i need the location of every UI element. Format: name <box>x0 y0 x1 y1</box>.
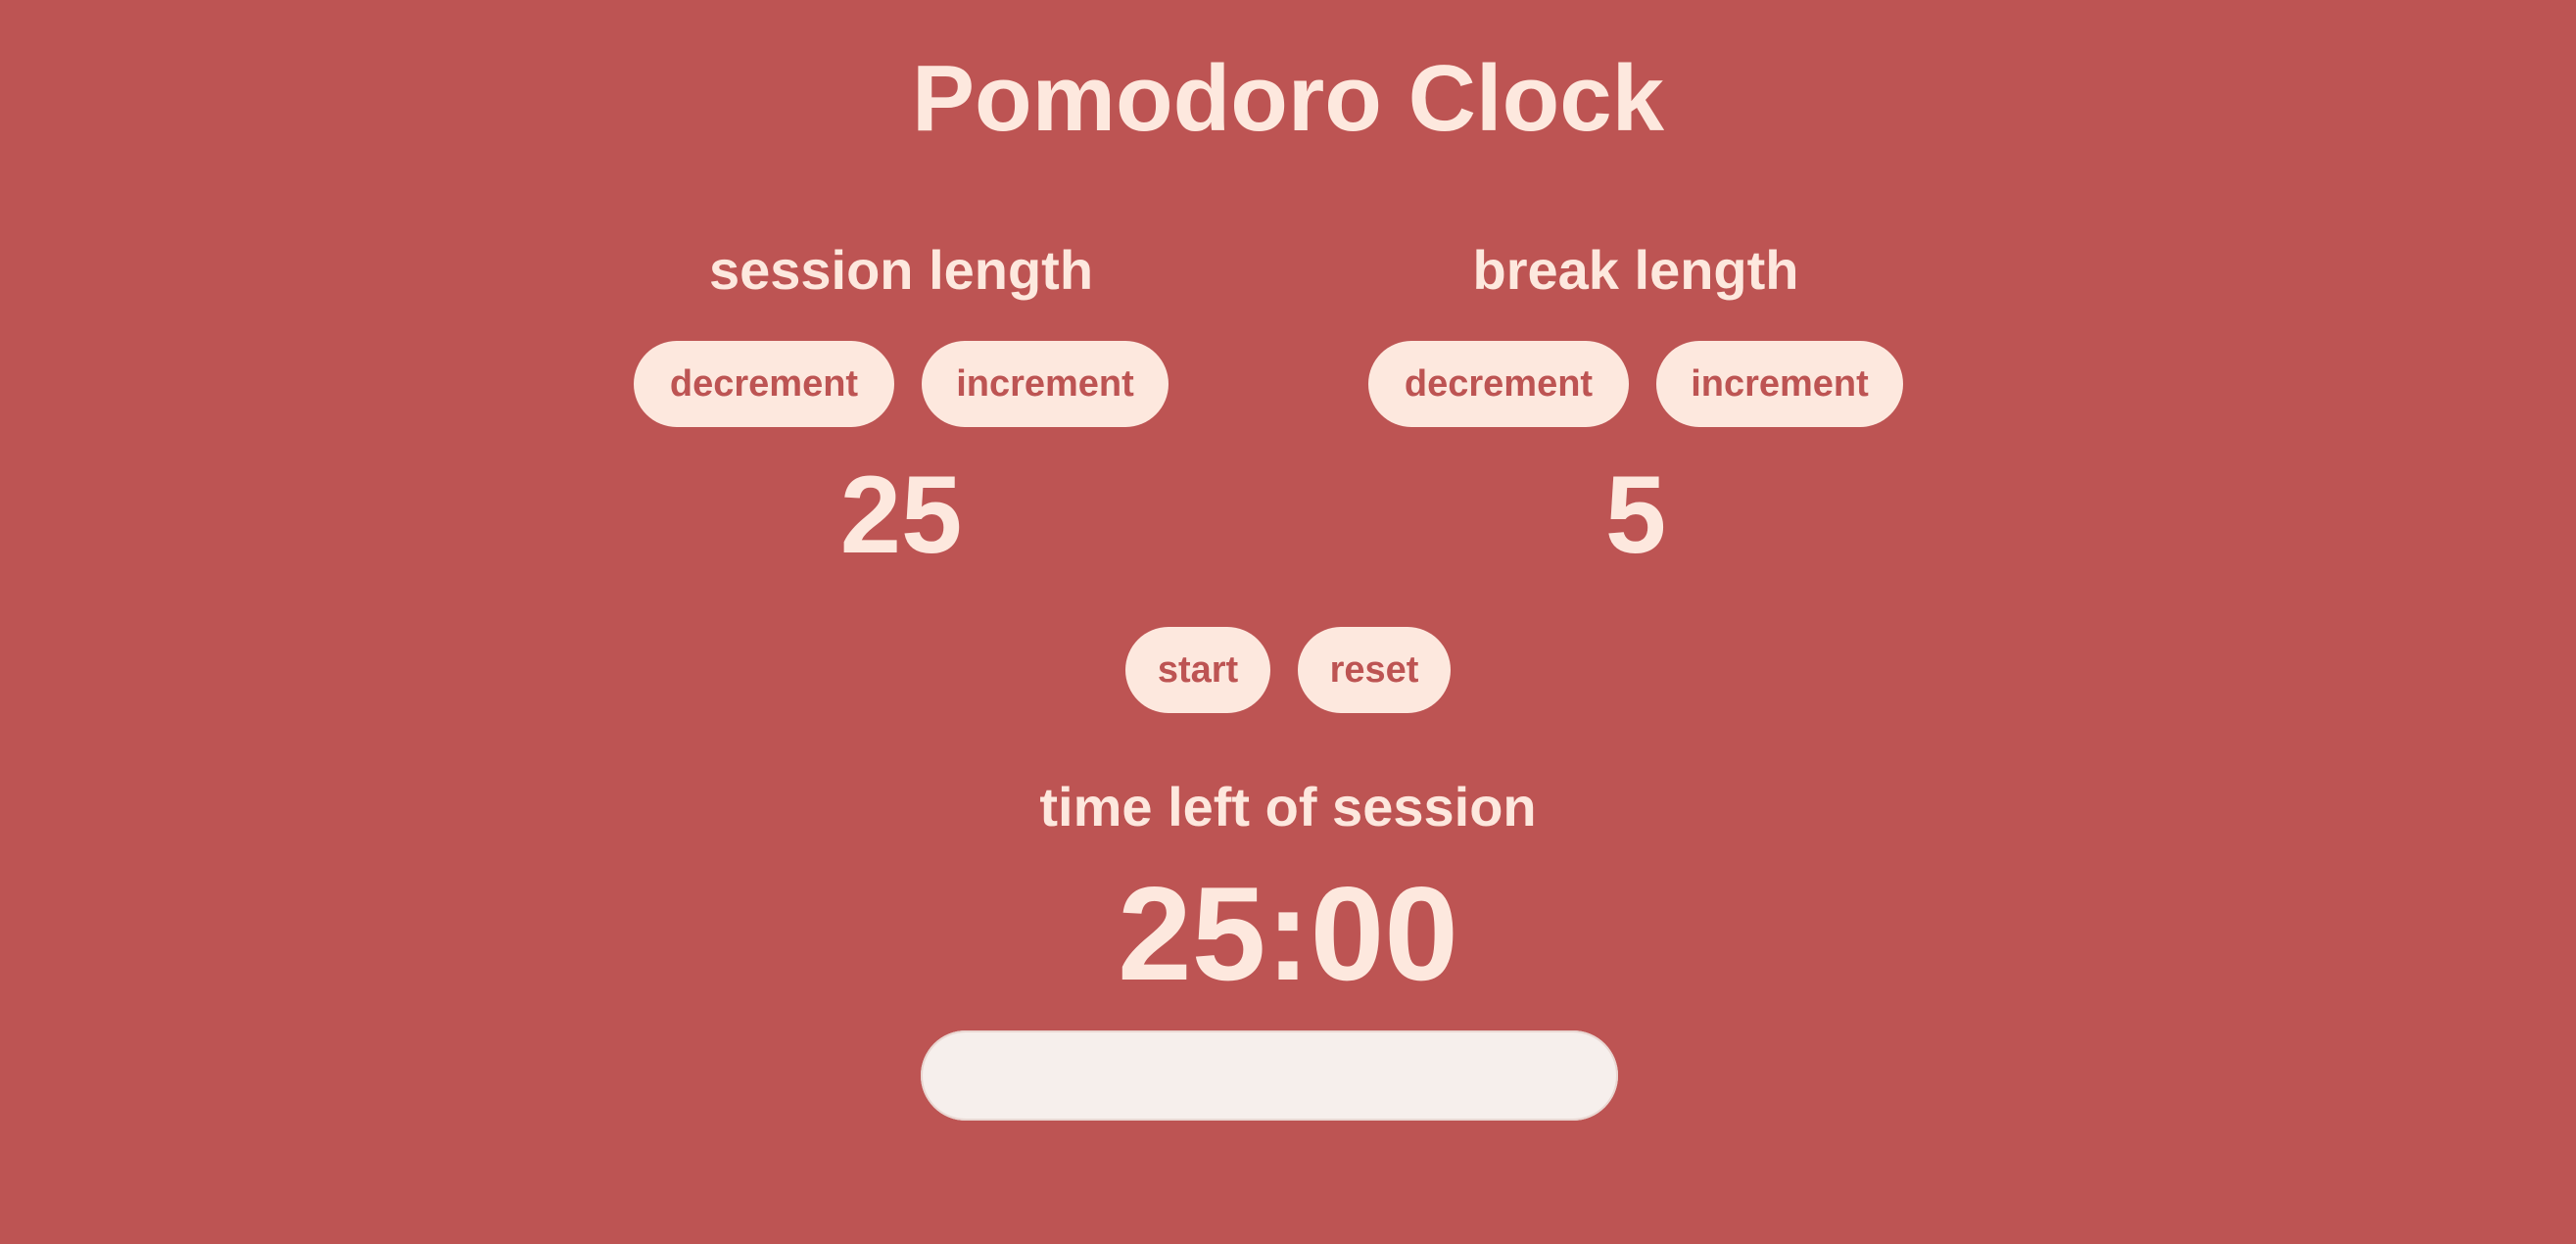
break-length-heading: break length <box>1472 239 1799 301</box>
session-progress-bar <box>921 1030 1618 1121</box>
session-length-heading: session length <box>708 239 1094 301</box>
start-button[interactable]: start <box>1125 627 1270 713</box>
break-length-value: 5 <box>1604 454 1667 576</box>
time-left-display: 25:00 <box>1118 859 1458 1008</box>
break-increment-button[interactable]: increment <box>1656 341 1903 427</box>
reset-button[interactable]: reset <box>1298 627 1451 713</box>
break-length-buttons: decrement increment <box>1342 341 1930 427</box>
session-length-buttons: decrement increment <box>607 341 1195 427</box>
session-length-panel: session length decrement increment 25 <box>607 233 1195 570</box>
break-length-panel: break length decrement increment 5 <box>1342 233 1930 570</box>
session-increment-button[interactable]: increment <box>922 341 1169 427</box>
break-decrement-button[interactable]: decrement <box>1368 341 1629 427</box>
session-decrement-button[interactable]: decrement <box>634 341 894 427</box>
page-title: Pomodoro Clock <box>911 46 1665 151</box>
timer-status-label: time left of session <box>1039 776 1537 837</box>
session-length-value: 25 <box>839 454 963 576</box>
timer-controls: start reset <box>0 627 2576 713</box>
